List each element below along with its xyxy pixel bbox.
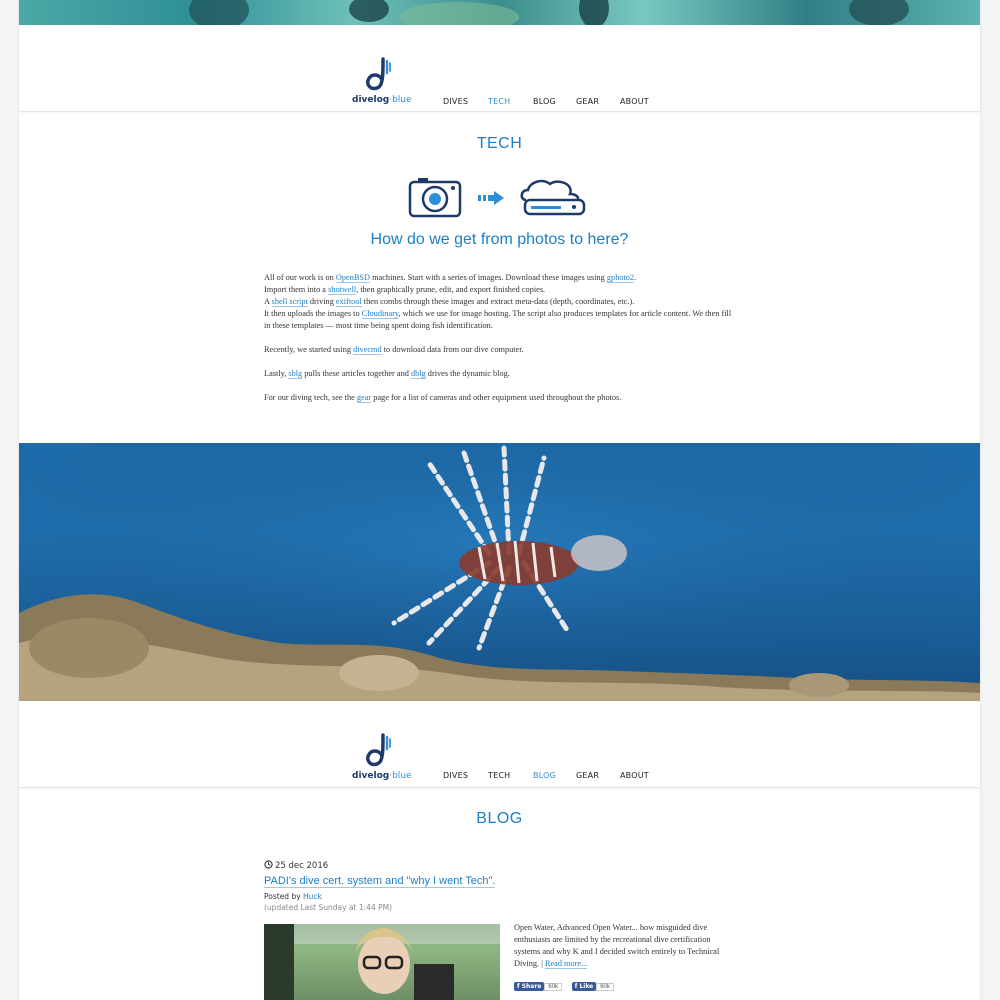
nav-dives[interactable]: DIVES (443, 97, 468, 106)
nav-dives[interactable]: DIVES (443, 771, 468, 780)
nav-about[interactable]: ABOUT (620, 771, 649, 780)
logo-text: divelog·blue (352, 95, 412, 105)
top-navbar: divelog·blue DIVES TECH BLOG GEAR ABOUT (19, 25, 980, 112)
logo[interactable]: divelog·blue (352, 57, 412, 107)
link-dblg[interactable]: dblg (410, 369, 426, 379)
link-gphoto2[interactable]: gphoto2 (606, 273, 635, 283)
link-shell-script[interactable]: shell script (271, 297, 308, 307)
cloud-storage-icon (520, 179, 586, 216)
nav-blog[interactable]: BLOG (533, 771, 556, 780)
share-count: 60k (544, 983, 563, 991)
nav-blog[interactable]: BLOG (533, 97, 556, 106)
bottom-navbar: divelog·blue DIVES TECH BLOG GEAR ABOUT (19, 701, 980, 788)
link-openbsd[interactable]: OpenBSD (335, 273, 371, 283)
post-title-link[interactable]: PADI's dive cert. system and "why I went… (264, 875, 496, 888)
nav-gear[interactable]: GEAR (576, 97, 599, 106)
logo[interactable]: divelog·blue (352, 733, 412, 783)
link-cloudinary[interactable]: Cloudinary (361, 309, 399, 319)
top-banner-image (19, 0, 980, 25)
post-author-line: Posted by Huck (264, 892, 322, 901)
post-excerpt: Open Water, Advanced Open Water... how m… (514, 923, 720, 969)
arrow-right-icon (478, 191, 504, 205)
tech-paragraph-3: Lastly, sblg pulls these articles togeth… (264, 369, 510, 379)
post-updated: (updated Last Sunday at 1:44 PM) (264, 903, 393, 912)
post-date: 25 dec 2016 (264, 860, 744, 871)
like-count: 60k (596, 983, 614, 991)
logo-text: divelog·blue (352, 771, 412, 781)
logo-icon (366, 733, 391, 767)
link-sblg[interactable]: sblg (288, 369, 303, 379)
link-shotwell[interactable]: shotwell (328, 285, 357, 295)
nav-gear[interactable]: GEAR (576, 771, 599, 780)
link-divecmd[interactable]: divecmd (353, 345, 382, 355)
facebook-like-button[interactable]: f Like (571, 982, 597, 991)
post-author-link[interactable]: Huck (303, 892, 322, 901)
tech-body: All of our work is on OpenBSD machines. … (264, 272, 734, 416)
social-buttons: f Share 60k f Like 60k (514, 982, 622, 991)
nav-tech[interactable]: TECH (488, 97, 510, 106)
post-thumbnail[interactable] (264, 924, 500, 1000)
logo-icon (366, 57, 391, 91)
link-gear[interactable]: gear (356, 393, 372, 403)
clock-icon (264, 860, 273, 869)
facebook-share-button[interactable]: f Share (514, 982, 545, 991)
nav-tech[interactable]: TECH (488, 771, 510, 780)
tech-paragraph-1: All of our work is on OpenBSD machines. … (264, 273, 732, 330)
tech-section-title: TECH (476, 135, 523, 152)
nav-about[interactable]: ABOUT (620, 97, 649, 106)
lionfish-banner-image (19, 443, 980, 701)
link-exiftool[interactable]: exiftool (335, 297, 362, 307)
tech-heading: How do we get from photos to here? (370, 231, 629, 248)
blog-section-title: BLOG (476, 810, 523, 827)
tech-flow-illustration (408, 176, 588, 220)
tech-paragraph-2: Recently, we started using divecmd to do… (264, 345, 524, 355)
tech-paragraph-4: For our diving tech, see the gear page f… (264, 393, 622, 403)
read-more-link[interactable]: Read more... (544, 959, 588, 969)
post-date-text: 25 dec 2016 (275, 861, 329, 871)
camera-icon (408, 178, 462, 218)
blog-post: 25 dec 2016 PADI's dive cert. system and… (264, 860, 744, 1000)
page: divelog·blue DIVES TECH BLOG GEAR ABOUT … (19, 0, 980, 1000)
